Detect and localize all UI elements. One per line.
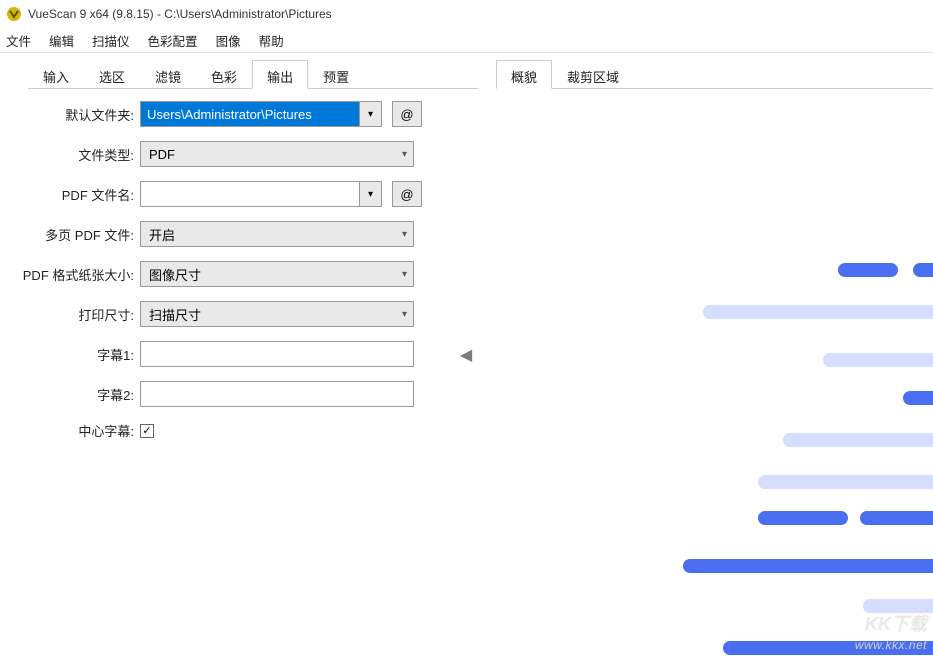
- menu-image[interactable]: 图像: [216, 31, 241, 50]
- chevron-down-icon: ▾: [402, 149, 407, 160]
- output-form: 默认文件夹: ▾ @ 文件类型: PDF ▾: [0, 89, 478, 440]
- watermark-logo: KK下载: [865, 610, 927, 636]
- pdf-filename-input[interactable]: [140, 181, 360, 207]
- print-size-select[interactable]: 扫描尺寸 ▾: [140, 301, 414, 327]
- chevron-down-icon: ▾: [368, 109, 373, 120]
- default-folder-combo[interactable]: ▾: [140, 101, 382, 127]
- tab-prefs[interactable]: 预置: [308, 60, 364, 89]
- tab-color[interactable]: 色彩: [196, 60, 252, 89]
- watermark-text: www.kkx.net: [855, 638, 927, 652]
- chevron-down-icon: ▾: [402, 309, 407, 320]
- subtitle1-label: 字幕1:: [0, 345, 140, 364]
- preview-panel: 概貌 裁剪区域 KK下载 www.kkx.net: [478, 53, 933, 656]
- placeholder-bar: [913, 263, 933, 277]
- placeholder-bar: [838, 263, 898, 277]
- pdf-filename-label: PDF 文件名:: [0, 185, 140, 204]
- left-tabstrip: 输入 选区 滤镜 色彩 输出 预置: [28, 59, 478, 89]
- tab-filter[interactable]: 滤镜: [140, 60, 196, 89]
- tab-output[interactable]: 输出: [252, 60, 308, 89]
- subtitle2-input[interactable]: [140, 381, 414, 407]
- menu-color-profile[interactable]: 色彩配置: [148, 31, 198, 50]
- file-type-label: 文件类型:: [0, 145, 140, 164]
- tab-crop-area[interactable]: 裁剪区域: [552, 60, 634, 89]
- chevron-down-icon: ▾: [402, 229, 407, 240]
- row-center-subtitle: 中心字幕: ✓: [0, 421, 460, 440]
- placeholder-bar: [823, 353, 933, 367]
- menu-scanner[interactable]: 扫描仪: [92, 31, 130, 50]
- menubar: 文件 编辑 扫描仪 色彩配置 图像 帮助: [0, 28, 933, 52]
- pdf-papersize-select[interactable]: 图像尺寸 ▾: [140, 261, 414, 287]
- center-subtitle-label: 中心字幕:: [0, 421, 140, 440]
- placeholder-bar: [758, 511, 848, 525]
- row-pdf-papersize: PDF 格式纸张大小: 图像尺寸 ▾: [0, 261, 460, 287]
- placeholder-bar: [783, 433, 933, 447]
- tab-crop[interactable]: 选区: [84, 60, 140, 89]
- pdf-papersize-label: PDF 格式纸张大小:: [0, 265, 140, 284]
- file-type-select[interactable]: PDF ▾: [140, 141, 414, 167]
- multipage-value: 开启: [149, 225, 175, 244]
- multipage-select[interactable]: 开启 ▾: [140, 221, 414, 247]
- menu-file[interactable]: 文件: [6, 31, 31, 50]
- row-file-type: 文件类型: PDF ▾: [0, 141, 460, 167]
- placeholder-bar: [903, 391, 933, 405]
- row-subtitle1: 字幕1:: [0, 341, 460, 367]
- tab-input[interactable]: 输入: [28, 60, 84, 89]
- subtitle2-label: 字幕2:: [0, 385, 140, 404]
- placeholder-bar: [703, 305, 933, 319]
- default-folder-input[interactable]: [140, 101, 360, 127]
- chevron-down-icon: ▾: [402, 269, 407, 280]
- placeholder-bar: [758, 475, 933, 489]
- app-icon: [6, 6, 22, 22]
- multipage-label: 多页 PDF 文件:: [0, 225, 140, 244]
- settings-panel: 输入 选区 滤镜 色彩 输出 预置 默认文件夹: ▾ @ 文件: [0, 53, 478, 656]
- splitter-handle[interactable]: ◀: [459, 345, 473, 365]
- row-pdf-filename: PDF 文件名: ▾ @: [0, 181, 460, 207]
- window-title: VueScan 9 x64 (9.8.15) - C:\Users\Admini…: [28, 7, 332, 21]
- row-subtitle2: 字幕2:: [0, 381, 460, 407]
- center-subtitle-checkbox[interactable]: ✓: [140, 424, 154, 438]
- pdf-filename-at-button[interactable]: @: [392, 181, 422, 207]
- placeholder-bar: [683, 559, 933, 573]
- print-size-label: 打印尺寸:: [0, 305, 140, 324]
- menu-help[interactable]: 帮助: [259, 31, 284, 50]
- default-folder-dropdown-button[interactable]: ▾: [360, 101, 382, 127]
- row-default-folder: 默认文件夹: ▾ @: [0, 101, 460, 127]
- tab-preview[interactable]: 概貌: [496, 60, 552, 89]
- chevron-left-icon: ◀: [460, 345, 472, 365]
- right-tabstrip: 概貌 裁剪区域: [496, 59, 933, 89]
- default-folder-at-button[interactable]: @: [392, 101, 422, 127]
- titlebar: VueScan 9 x64 (9.8.15) - C:\Users\Admini…: [0, 0, 933, 28]
- menu-edit[interactable]: 编辑: [49, 31, 74, 50]
- pdf-papersize-value: 图像尺寸: [149, 265, 201, 284]
- row-print-size: 打印尺寸: 扫描尺寸 ▾: [0, 301, 460, 327]
- subtitle1-input[interactable]: [140, 341, 414, 367]
- pdf-filename-combo[interactable]: ▾: [140, 181, 382, 207]
- row-multipage: 多页 PDF 文件: 开启 ▾: [0, 221, 460, 247]
- print-size-value: 扫描尺寸: [149, 305, 201, 324]
- pdf-filename-dropdown-button[interactable]: ▾: [360, 181, 382, 207]
- chevron-down-icon: ▾: [368, 189, 373, 200]
- file-type-value: PDF: [149, 147, 175, 162]
- placeholder-bar: [860, 511, 933, 525]
- default-folder-label: 默认文件夹:: [0, 105, 140, 124]
